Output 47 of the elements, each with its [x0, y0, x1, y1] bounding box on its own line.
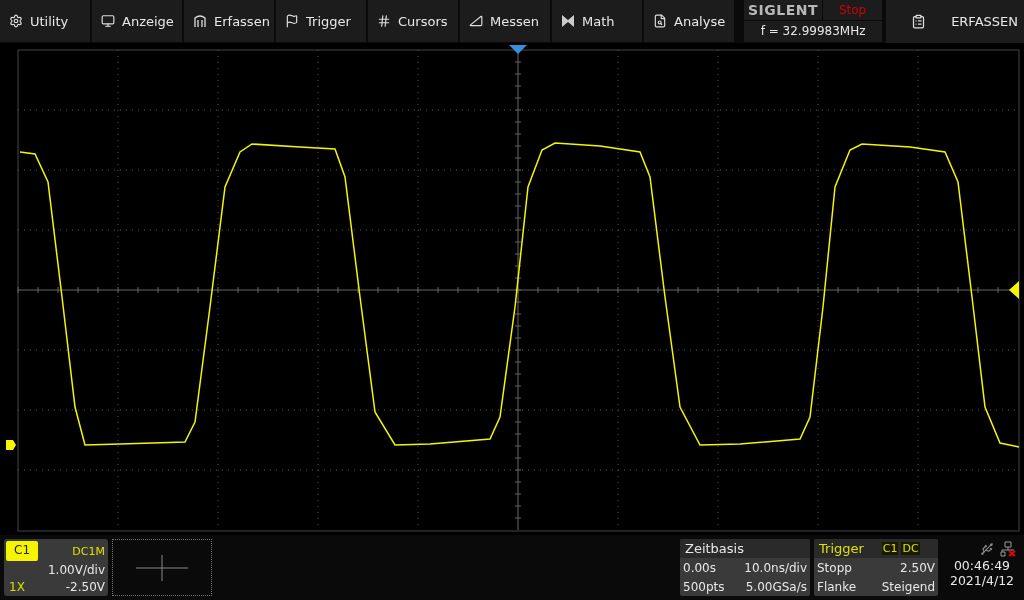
trigger-coupling: DC — [901, 542, 920, 555]
mode-button[interactable]: ERFASSEN — [886, 0, 1024, 43]
delay-value: 0.00s — [682, 560, 717, 575]
gear-icon — [9, 14, 23, 28]
trigger-mode: Stopp — [816, 560, 853, 575]
time-per-div: 10.0ns/div — [743, 560, 808, 575]
clock-time: 00:46:49 — [953, 558, 1011, 573]
menu-button[interactable]: Trigger — [276, 0, 366, 42]
panel-title: Trigger — [814, 539, 879, 558]
magnifier-document-icon — [653, 14, 667, 28]
channel-panel[interactable]: C1 DC1M 1.00V/div 1X -2.50V — [4, 539, 108, 596]
trigger-panel[interactable]: Trigger C1 DC Stopp 2.50V Flanke Steigend — [814, 539, 938, 596]
panel-title: Zeitbasis — [680, 539, 810, 558]
trigger-slope: Steigend — [880, 579, 936, 594]
menu-button[interactable]: Anzeige — [92, 0, 182, 42]
flag-icon — [285, 14, 299, 28]
offset-value: -2.50V — [64, 579, 106, 596]
trigger-type: Flanke — [816, 579, 858, 594]
trigger-source: C1 — [881, 542, 899, 555]
channel-label: C1 — [6, 541, 38, 562]
trigger-level: 2.50V — [899, 560, 936, 575]
ruler-triangle-icon — [469, 14, 483, 28]
frequency-readout: f = 32.99983MHz — [744, 21, 883, 42]
arch-icon — [193, 14, 207, 28]
brand-logo: SIGLENT — [744, 0, 822, 20]
grid-icon — [377, 14, 391, 28]
clipboard-icon — [911, 14, 927, 29]
menu-button[interactable]: Utility — [0, 0, 90, 42]
volts-per-div: 1.00V/div — [46, 563, 106, 580]
coupling-label: DC1M — [71, 543, 106, 560]
usb-icon — [980, 541, 994, 556]
menu-button[interactable]: Erfassen — [184, 0, 274, 42]
points-value: 500pts — [682, 579, 726, 594]
empty-channel-slot[interactable] — [112, 539, 212, 596]
menu-button[interactable]: Analyse — [644, 0, 734, 42]
monitor-icon — [101, 14, 115, 28]
menu-button[interactable]: Math — [552, 0, 642, 42]
menu-button[interactable]: Cursors — [368, 0, 458, 42]
timebase-panel[interactable]: Zeitbasis 0.00s 10.0ns/div 500pts 5.00GSa/s — [680, 539, 810, 596]
run-state: Stop — [823, 0, 883, 20]
menu-button[interactable]: Messen — [460, 0, 550, 42]
sample-rate: 5.00GSa/s — [744, 579, 808, 594]
bowtie-icon — [561, 14, 575, 28]
network-disconnected-icon — [1000, 540, 1016, 557]
crosshair-icon — [136, 554, 188, 581]
clock-date: 2021/4/12 — [949, 573, 1015, 588]
probe-factor: 1X — [8, 579, 26, 596]
